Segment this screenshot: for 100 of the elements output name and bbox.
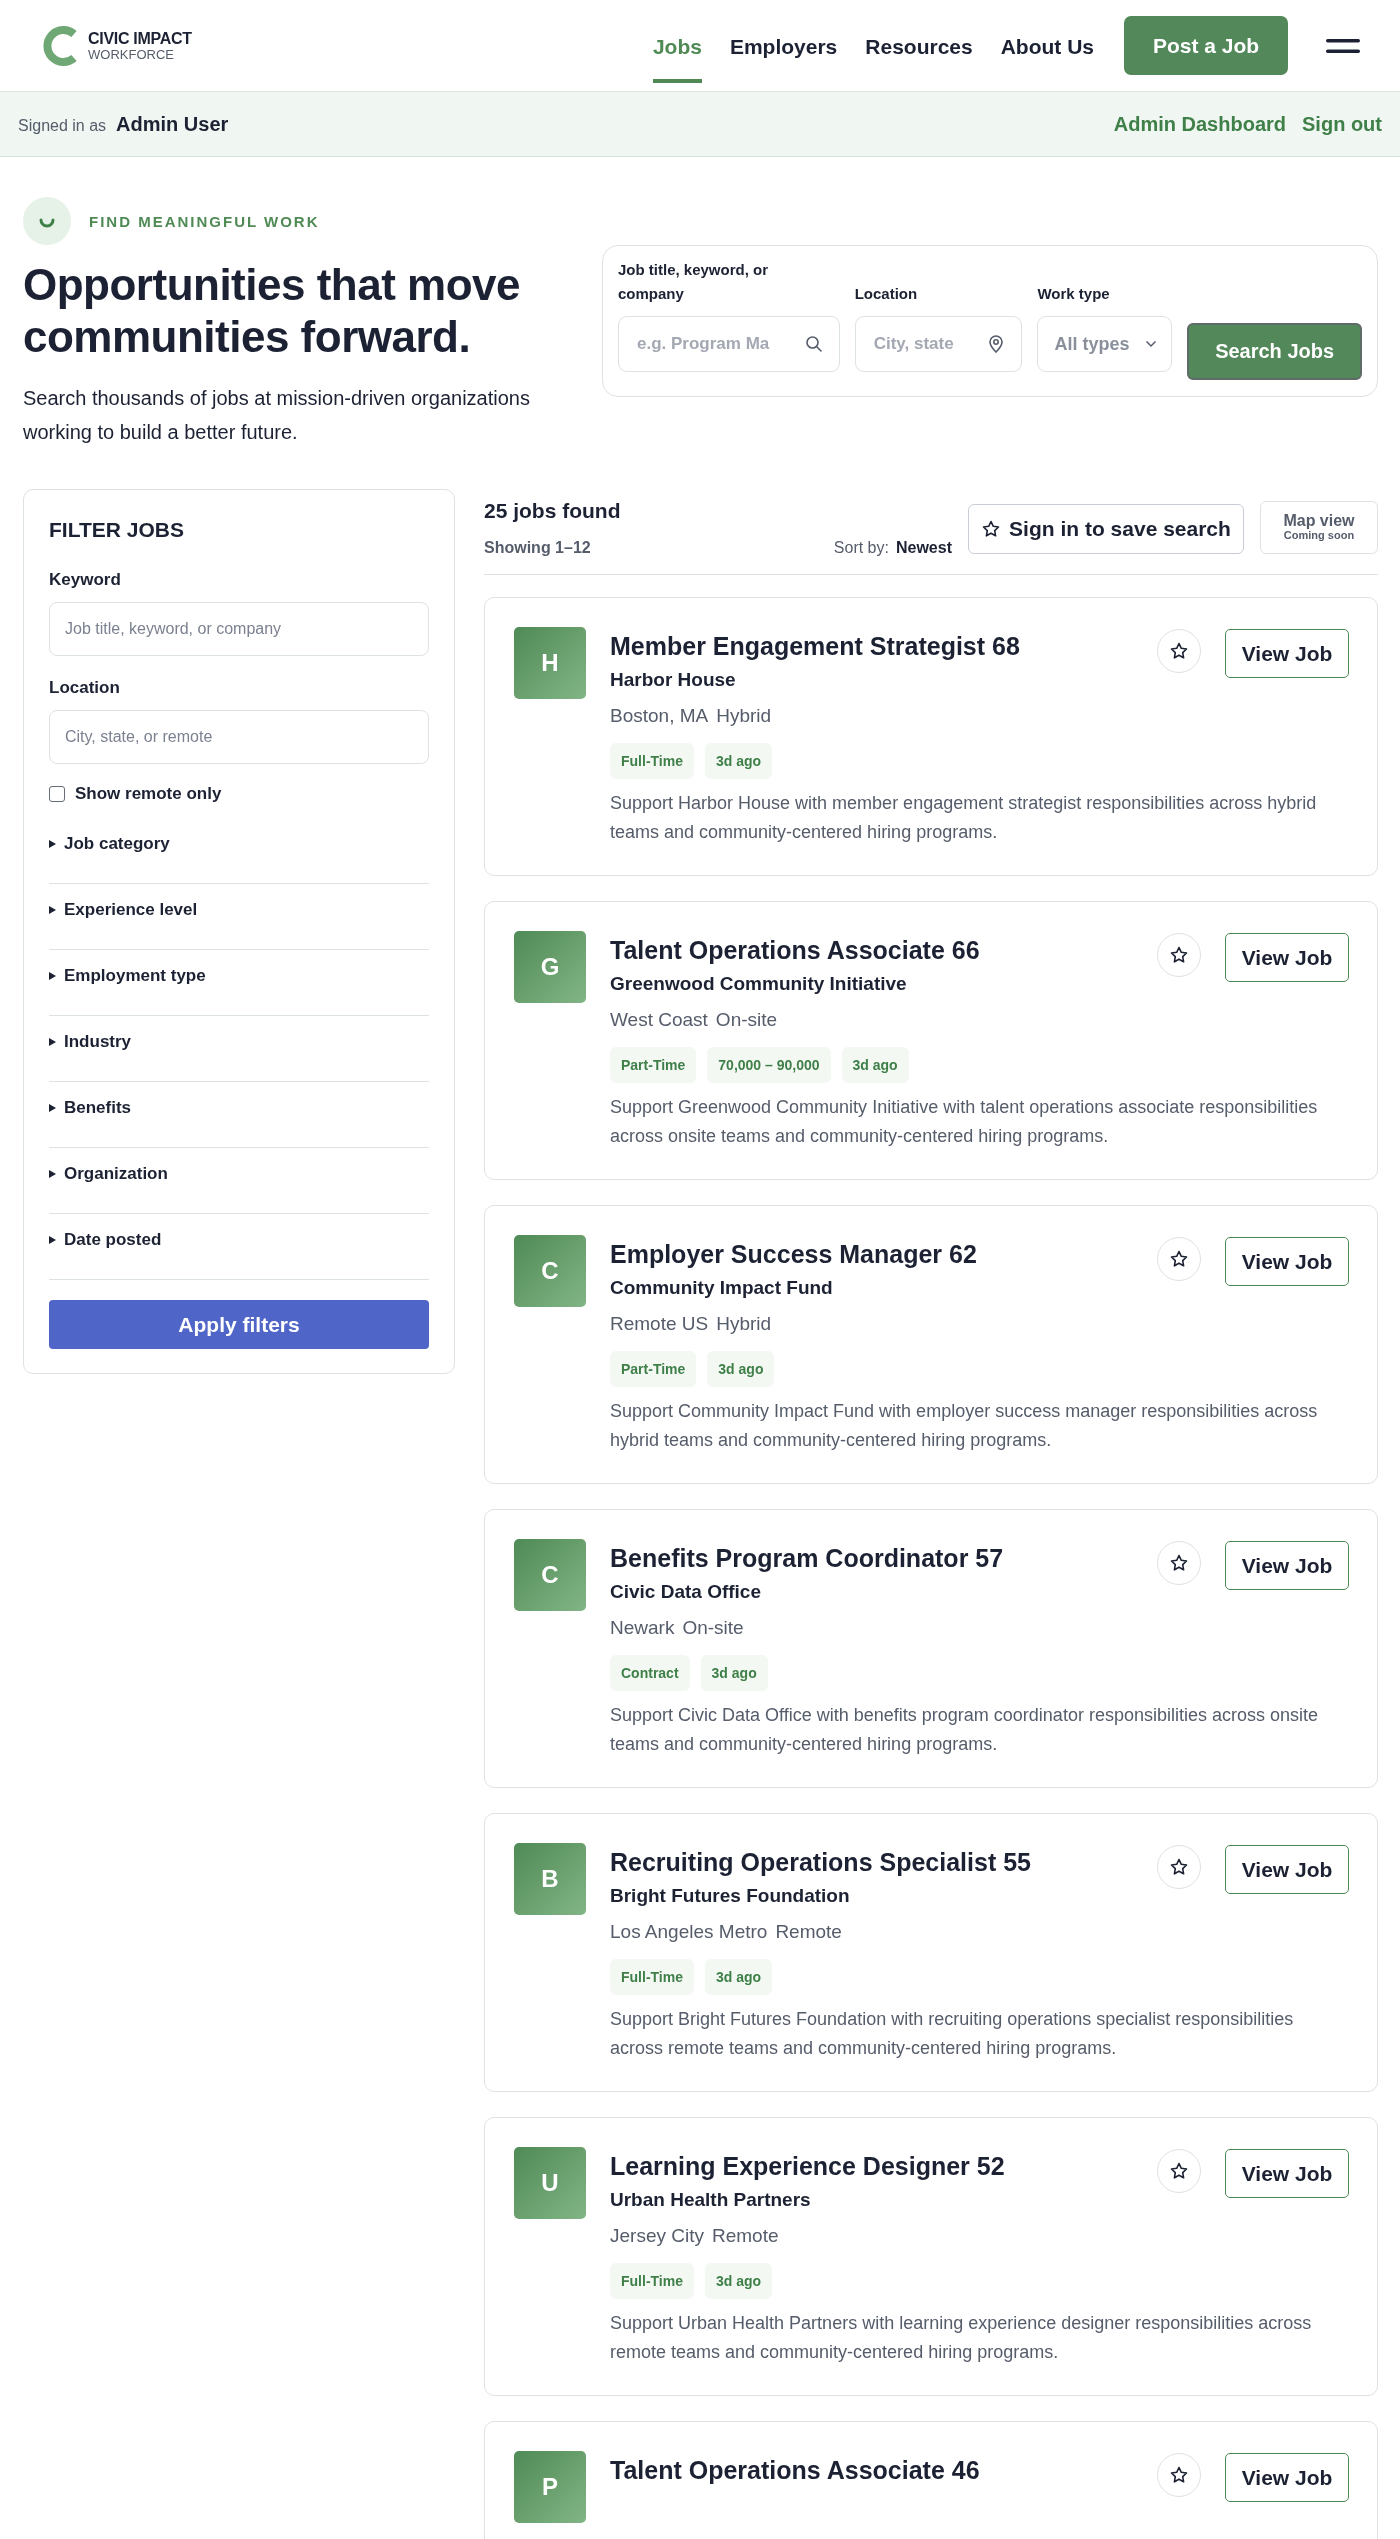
job-description: Support Urban Health Partners with learning experience designer responsibilities across remote teams and community-centered hiring programs.	[610, 2312, 1313, 2364]
save-job-button[interactable]	[1157, 1237, 1201, 1281]
star-icon	[1169, 641, 1189, 661]
filter-section-toggle[interactable]: Date posted	[49, 1229, 162, 1250]
view-job-button[interactable]: View Job	[1225, 933, 1349, 982]
star-icon	[1169, 1857, 1189, 1877]
job-title[interactable]: Learning Experience Designer 52	[610, 2149, 1005, 2183]
nav-link[interactable]: Jobs	[652, 12, 702, 83]
work-mode: On-site	[682, 1617, 744, 1639]
field-label: Location	[49, 678, 121, 698]
signed-in-label: Signed in as	[18, 116, 107, 135]
save-search-button[interactable]: Sign in to save search	[968, 504, 1244, 554]
job-location: Remote US	[610, 1313, 709, 1335]
view-job-button[interactable]: View Job	[1225, 629, 1349, 678]
star-icon	[1169, 945, 1189, 965]
job-location: West Coast	[610, 1009, 708, 1031]
job-tag: 3d ago	[841, 1047, 909, 1083]
job-tag: Part-Time	[610, 1351, 697, 1387]
field-label: Keyword	[49, 570, 122, 590]
nav-link[interactable]: Resources	[865, 12, 973, 83]
filter-section-toggle[interactable]: Experience level	[49, 899, 198, 920]
company-name: Greenwood Community Initiative	[610, 973, 908, 995]
job-title[interactable]: Benefits Program Coordinator 57	[610, 1541, 1004, 1575]
save-job-button[interactable]	[1157, 2149, 1201, 2193]
star-icon	[981, 519, 1002, 539]
work-mode: Remote	[711, 2225, 779, 2247]
job-description: Support Civic Data Office with benefits program coordinator responsibilities across onsite teams and community-centered hiring programs.	[610, 1704, 1319, 1756]
company-initial-avatar: H	[514, 627, 586, 699]
view-job-button[interactable]: View Job	[1225, 1845, 1349, 1894]
filter-section-toggle[interactable]: Employment type	[49, 965, 206, 986]
job-tag: 3d ago	[707, 1351, 775, 1387]
star-icon	[1169, 1553, 1189, 1573]
save-job-button[interactable]	[1157, 2453, 1201, 2497]
job-description: Support Harbor House with member engagement strategist responsibilities across hybrid teams and community-centered hiring programs.	[610, 792, 1318, 844]
company-initial-avatar: C	[514, 1235, 586, 1307]
star-icon	[1169, 1249, 1189, 1269]
job-tag: Part-Time	[610, 1047, 697, 1083]
eyebrow-label: FIND MEANINGFUL WORK	[89, 212, 320, 230]
work-mode: Hybrid	[716, 705, 772, 727]
save-job-button[interactable]	[1157, 933, 1201, 977]
job-tag: Full-Time	[610, 743, 694, 779]
menu-icon	[1326, 37, 1360, 54]
view-job-button[interactable]: View Job	[1225, 2453, 1349, 2502]
field-label: Job title, keyword, or company	[618, 260, 770, 304]
search-field[interactable]: City, state	[854, 316, 1023, 372]
map-view-button[interactable]: Map view Coming soon	[1260, 501, 1378, 554]
job-description: Support Greenwood Community Initiative with talent operations associate responsibilities across onsite teams and community-centered hiring programs.	[610, 1096, 1319, 1148]
star-icon	[1169, 2465, 1189, 2485]
save-job-button[interactable]	[1157, 629, 1201, 673]
filter-section-toggle[interactable]: Organization	[49, 1163, 168, 1184]
job-location: Los Angeles Metro	[610, 1921, 768, 1943]
company-initial-avatar: G	[514, 931, 586, 1003]
field-label: Work type	[1037, 284, 1111, 304]
job-title[interactable]: Employer Success Manager 62	[610, 1237, 977, 1271]
user-name: Admin User	[116, 112, 229, 136]
search-field[interactable]: e.g. Program Ma	[618, 316, 840, 372]
job-title[interactable]: Recruiting Operations Specialist 55	[610, 1845, 1031, 1879]
hero-title: Opportunities that move communities forward.	[23, 259, 521, 363]
filter-section-toggle[interactable]: Benefits	[49, 1097, 132, 1118]
company-initial-avatar: P	[514, 2451, 586, 2523]
apply-filters-button[interactable]: Apply filters	[49, 1300, 429, 1349]
view-job-button[interactable]: View Job	[1225, 1237, 1349, 1286]
view-job-button[interactable]: View Job	[1225, 2149, 1349, 2198]
checkbox[interactable]	[49, 786, 65, 802]
job-location: Jersey City	[610, 2225, 704, 2247]
view-job-button[interactable]: View Job	[1225, 1541, 1349, 1590]
nav-link[interactable]: About Us	[1000, 12, 1094, 83]
post-job-button[interactable]: Post a Job	[1124, 16, 1288, 75]
job-title[interactable]: Talent Operations Associate 46	[610, 2453, 980, 2487]
company-initial-avatar: U	[514, 2147, 586, 2219]
work-mode: Hybrid	[716, 1313, 772, 1335]
filter-section-toggle[interactable]: Job category	[49, 833, 170, 854]
job-tag: Full-Time	[610, 1959, 694, 1995]
search-jobs-button[interactable]: Search Jobs	[1187, 323, 1362, 380]
star-icon	[1169, 2161, 1189, 2181]
job-tag: 3d ago	[704, 1959, 773, 1995]
search-icon	[803, 334, 824, 354]
job-location: Boston, MA	[610, 705, 709, 727]
job-title[interactable]: Talent Operations Associate 66	[610, 933, 980, 967]
job-title[interactable]: Member Engagement Strategist 68	[610, 629, 1020, 663]
save-job-button[interactable]	[1157, 1845, 1201, 1889]
smile-icon	[23, 197, 71, 245]
sort-dropdown[interactable]: Newest	[895, 539, 952, 557]
job-tag: Contract	[610, 1655, 690, 1691]
session-link[interactable]: Admin Dashboard	[1113, 112, 1286, 136]
save-job-button[interactable]	[1157, 1541, 1201, 1585]
menu-button[interactable]	[1326, 37, 1360, 54]
company-name: Civic Data Office	[610, 1581, 762, 1603]
input-field[interactable]: City, state, or remote	[49, 710, 429, 764]
work-mode: Remote	[775, 1921, 842, 1943]
job-tag: 3d ago	[704, 2263, 773, 2299]
nav-link[interactable]: Employers	[729, 12, 838, 83]
company-name: Bright Futures Foundation	[610, 1885, 851, 1907]
session-link[interactable]: Sign out	[1302, 112, 1382, 136]
sort-label: Sort by:	[833, 539, 889, 557]
job-tag: 3d ago	[704, 743, 773, 779]
job-location: Newark	[610, 1617, 675, 1639]
filter-section-toggle[interactable]: Industry	[49, 1031, 132, 1052]
hero-subtitle: Search thousands of jobs at mission-driven organizations working to build a better future.	[23, 386, 531, 445]
input-field[interactable]: Job title, keyword, or company	[49, 602, 429, 656]
